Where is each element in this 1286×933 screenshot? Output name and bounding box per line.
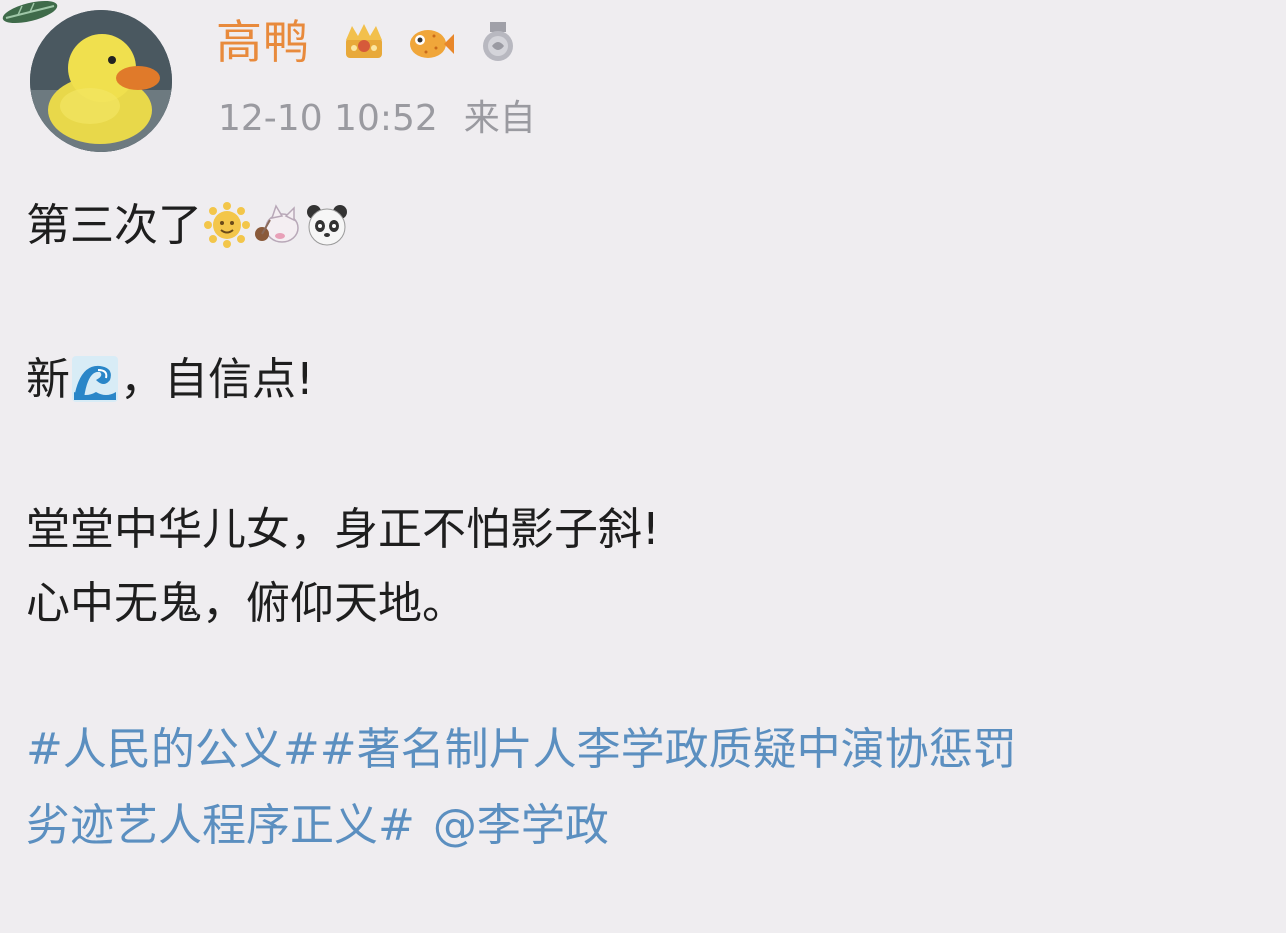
weibo-post: 高鸭 12-10 10:52 来自 第三次了 新 ，自信点! 堂堂中华儿女，身正…: [0, 0, 1286, 933]
post-meta: 12-10 10:52 来自: [218, 94, 536, 144]
post-text-line: 心中无鬼，俯仰天地。: [26, 578, 466, 629]
avatar[interactable]: [30, 10, 172, 152]
post-text-line: 新 ，自信点!: [26, 350, 314, 410]
pufferfish-badge-icon[interactable]: [406, 22, 454, 62]
panda-face-emoji-icon: [307, 205, 347, 246]
post-text-line: 堂堂中华儿女，身正不怕影子斜!: [26, 504, 660, 555]
crown-badge-icon[interactable]: [340, 22, 388, 62]
hashtag-line: #人民的公义##著名制片人李学政质疑中演协惩罚: [26, 720, 1017, 780]
username[interactable]: 高鸭: [216, 12, 310, 72]
source-label[interactable]: 来自: [464, 98, 536, 139]
mention-link[interactable]: @李学政: [433, 800, 609, 851]
rubber-duck-avatar-icon: [30, 10, 172, 152]
post-text: 新: [26, 354, 70, 405]
sun-face-emoji-icon: [204, 202, 250, 248]
hashtag-line: 劣迹艺人程序正义# @李学政: [26, 796, 609, 856]
post-text: 第三次了: [26, 200, 202, 251]
hashtag-link[interactable]: #人民的公义##著名制片人李学政质疑中演协惩罚: [26, 724, 1017, 775]
hashtag-link[interactable]: 劣迹艺人程序正义#: [26, 800, 415, 851]
post-text: ，自信点!: [120, 354, 314, 405]
leaf-badge-icon: [2, 0, 58, 24]
medal-badge-icon[interactable]: [474, 22, 522, 62]
timestamp: 12-10 10:52: [218, 98, 438, 139]
post-text-line: 第三次了: [26, 196, 352, 256]
cat-lollipop-emoji-icon: [255, 204, 299, 243]
wave-emoji-icon: [72, 356, 118, 402]
